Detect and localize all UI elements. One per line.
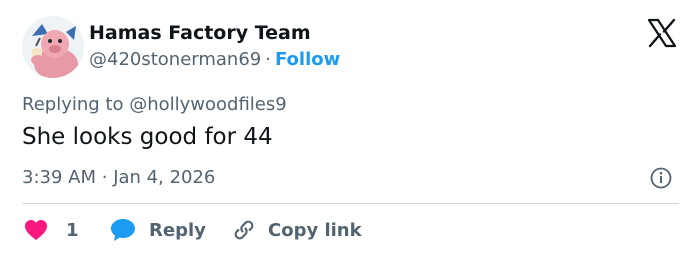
author-name[interactable]: Hamas Factory Team — [89, 22, 311, 44]
divider — [22, 203, 679, 204]
speech-bubble-icon — [111, 219, 135, 241]
info-icon[interactable] — [650, 167, 672, 189]
action-bar: 1 Reply Copy link — [22, 216, 682, 244]
separator-dot: · — [101, 167, 108, 188]
tweet-text: She looks good for 44 — [22, 124, 273, 150]
reply-button[interactable]: Reply — [110, 216, 206, 244]
separator-dot: · — [265, 49, 271, 70]
like-count: 1 — [66, 219, 79, 241]
reply-context-prefix: Replying to — [22, 94, 124, 115]
tweet-date[interactable]: Jan 4, 2026 — [113, 167, 215, 188]
avatar[interactable] — [22, 16, 84, 78]
author-handle[interactable]: @420stonerman69 — [89, 49, 261, 70]
reply-label: Reply — [149, 219, 206, 241]
tweet-timestamp[interactable]: 3:39 AM · Jan 4, 2026 — [22, 167, 215, 188]
x-logo-icon[interactable] — [647, 18, 677, 48]
reply-context: Replying to @hollywoodfiles9 — [22, 94, 287, 115]
copy-link-label: Copy link — [268, 219, 362, 241]
reply-to-handle[interactable]: @hollywoodfiles9 — [129, 94, 287, 115]
heart-icon — [25, 220, 47, 240]
tweet-time[interactable]: 3:39 AM — [22, 167, 96, 188]
like-button[interactable]: 1 — [24, 216, 79, 244]
tweet-card: Hamas Factory Team @420stonerman69 · Follo… — [0, 0, 700, 256]
link-icon — [234, 220, 254, 240]
copy-link-button[interactable]: Copy link — [232, 216, 362, 244]
author-handle-row: @420stonerman69 · Follow — [89, 49, 340, 70]
follow-button[interactable]: Follow — [275, 49, 340, 70]
